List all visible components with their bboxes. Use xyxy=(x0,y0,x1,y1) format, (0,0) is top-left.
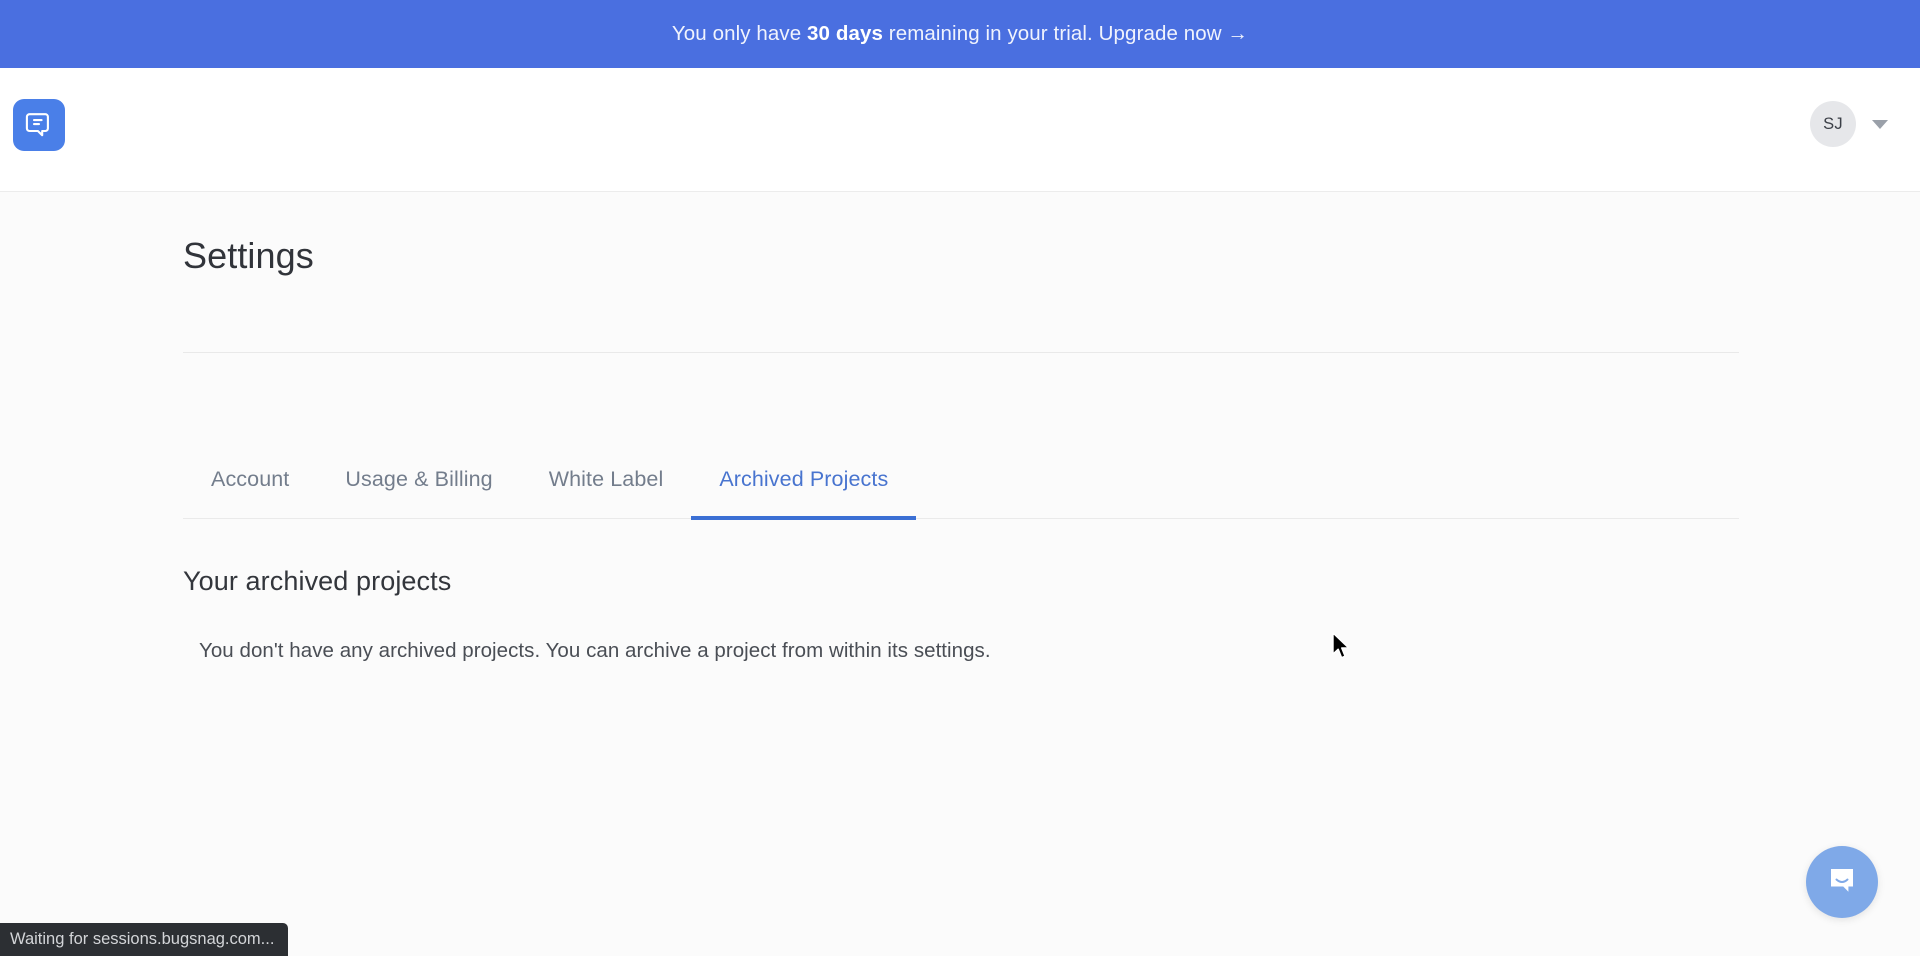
trial-banner: You only have 30 days remaining in your … xyxy=(0,0,1920,68)
page-content: Settings Account Usage & Billing White L… xyxy=(183,193,1739,663)
user-menu[interactable]: SJ xyxy=(1810,101,1888,147)
intercom-launcher-button[interactable] xyxy=(1806,846,1878,918)
bugsnag-logo-button[interactable] xyxy=(13,99,65,151)
app-header: SJ xyxy=(0,68,1920,192)
trial-text-before: You only have xyxy=(671,22,808,45)
upgrade-now-link[interactable]: Upgrade now → xyxy=(1099,22,1248,45)
tab-account[interactable]: Account xyxy=(183,413,317,519)
page-body: Settings Account Usage & Billing White L… xyxy=(0,193,1920,956)
page-title: Settings xyxy=(183,235,314,276)
browser-status-bar: Waiting for sessions.bugsnag.com... xyxy=(0,923,289,956)
trial-days-remaining: 30 days xyxy=(807,22,883,45)
avatar[interactable]: SJ xyxy=(1810,101,1856,147)
status-bar-text: Waiting for sessions.bugsnag.com... xyxy=(10,930,275,948)
section-title: Your archived projects xyxy=(183,566,452,596)
tab-white-label[interactable]: White Label xyxy=(521,413,692,519)
chat-bubble-icon xyxy=(1825,863,1859,902)
browser-page: You only have 30 days remaining in your … xyxy=(0,0,1920,956)
title-divider xyxy=(183,352,1739,353)
chevron-down-icon[interactable] xyxy=(1872,119,1888,129)
tab-archived-projects[interactable]: Archived Projects xyxy=(691,413,917,520)
bugsnag-document-icon xyxy=(24,110,54,140)
tab-usage-billing[interactable]: Usage & Billing xyxy=(317,413,520,519)
empty-state-message: You don't have any archived projects. Yo… xyxy=(199,639,991,662)
trial-banner-text: You only have 30 days remaining in your … xyxy=(672,22,1248,46)
settings-tabs: Account Usage & Billing White Label Arch… xyxy=(183,413,1739,520)
trial-text-after: remaining in your trial. xyxy=(882,22,1099,45)
